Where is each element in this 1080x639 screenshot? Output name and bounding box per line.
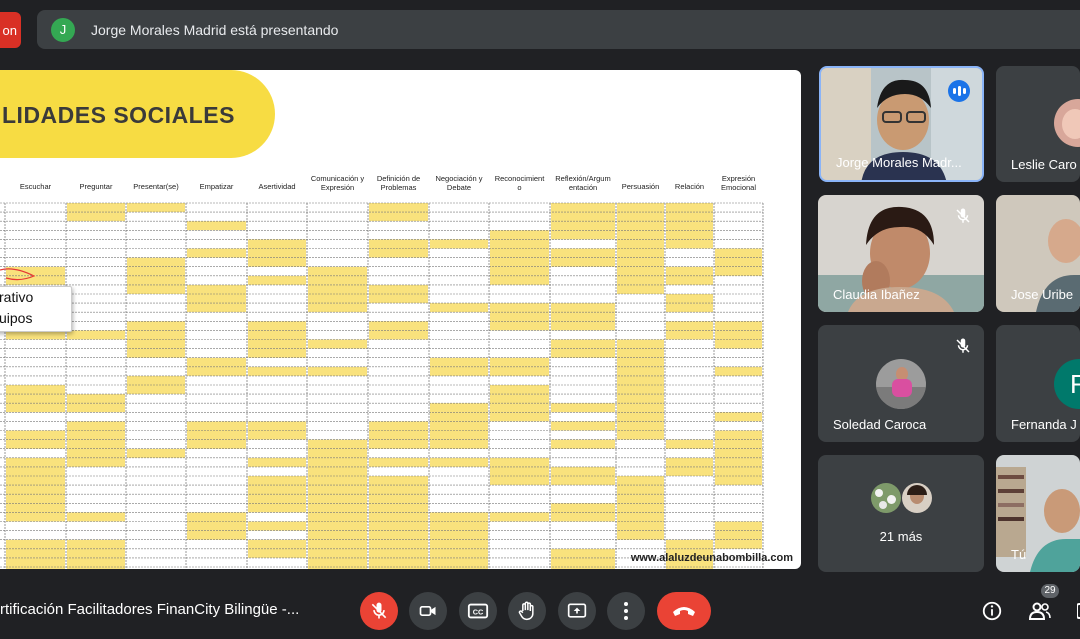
speaking-indicator-icon bbox=[948, 80, 970, 102]
more-options-button[interactable] bbox=[607, 592, 645, 630]
more-participants-label: 21 más bbox=[879, 529, 923, 544]
mic-off-icon bbox=[371, 602, 387, 619]
column-header: Asertividad bbox=[258, 182, 295, 191]
footer-url: www.alaluzdeunabombilla.com bbox=[630, 552, 793, 564]
participant-tile-self[interactable]: Tú bbox=[996, 455, 1080, 572]
people-icon bbox=[1028, 602, 1051, 620]
participant-tile-leslie[interactable]: Leslie Caro bbox=[996, 66, 1080, 182]
more-vert-icon bbox=[624, 602, 628, 620]
captions-icon: CC bbox=[467, 603, 489, 619]
present-screen-button[interactable] bbox=[558, 592, 596, 630]
participant-name: Soledad Caroca bbox=[833, 417, 927, 432]
presenter-avatar: J bbox=[51, 17, 75, 42]
participant-name: Leslie Caro bbox=[1011, 157, 1077, 172]
column-header: Comunicación y Expresión bbox=[311, 174, 365, 192]
participant-name: Jose Uribe bbox=[1011, 287, 1074, 302]
participant-name: Fernanda J bbox=[1011, 417, 1077, 432]
slide-title-banner: LIDADES SOCIALES bbox=[0, 70, 275, 158]
callout-line-2: uipos bbox=[0, 310, 33, 326]
top-bar: on J Jorge Morales Madrid está presentan… bbox=[0, 0, 1080, 60]
participant-tile-fernanda[interactable]: F Fernanda J bbox=[996, 325, 1080, 442]
column-header: Reconocimient o bbox=[495, 174, 546, 192]
column-header: Empatizar bbox=[200, 182, 234, 191]
info-icon bbox=[982, 601, 1002, 621]
meeting-details-button[interactable] bbox=[979, 598, 1005, 624]
column-header: Negociación y Debate bbox=[435, 174, 482, 192]
red-action-button[interactable]: on bbox=[0, 12, 21, 48]
presenting-text: Jorge Morales Madrid está presentando bbox=[91, 21, 339, 38]
mic-off-icon bbox=[956, 338, 970, 353]
hang-up-icon bbox=[673, 607, 695, 616]
avatar: F bbox=[1054, 359, 1080, 409]
column-header: Relación bbox=[675, 182, 704, 191]
captions-button[interactable]: CC bbox=[459, 592, 497, 630]
participant-tile-more[interactable]: 21 más bbox=[818, 455, 984, 572]
slide-title: LIDADES SOCIALES bbox=[2, 102, 235, 128]
callout-line-1: rativo bbox=[0, 289, 34, 305]
end-call-button[interactable] bbox=[657, 592, 711, 630]
presenting-banner: J Jorge Morales Madrid está presentando bbox=[37, 10, 1080, 49]
avatar bbox=[902, 483, 932, 513]
avatar bbox=[871, 483, 901, 513]
column-header: Definición de Problemas bbox=[377, 174, 420, 192]
callout-box: rativo uipos bbox=[0, 286, 72, 332]
hand-icon bbox=[518, 601, 534, 621]
participant-tile-claudia[interactable]: Claudia Ibañez bbox=[818, 195, 984, 312]
meeting-title: rtificación Facilitadores FinanCity Bili… bbox=[0, 601, 300, 618]
column-header: Reflexión/Argum entación bbox=[555, 174, 610, 192]
camera-toggle-button[interactable] bbox=[409, 592, 447, 630]
participant-name: Claudia Ibañez bbox=[833, 287, 920, 302]
avatar bbox=[876, 359, 926, 409]
column-header: Escuchar bbox=[20, 182, 52, 191]
mic-off-icon bbox=[956, 208, 970, 223]
people-button[interactable] bbox=[1027, 598, 1053, 624]
participant-name: Jorge Morales Madr... bbox=[836, 155, 962, 170]
column-header: Persuasión bbox=[622, 182, 660, 191]
avatar bbox=[1054, 99, 1080, 147]
participant-tile-jose[interactable]: Jose Uribe bbox=[996, 195, 1080, 312]
presentation-slide: Escuchar Preguntar Presentar(se) Empatizar A… bbox=[0, 70, 801, 569]
svg-text:CC: CC bbox=[473, 608, 484, 617]
participant-video bbox=[996, 455, 1080, 572]
participant-name: Tú bbox=[1011, 547, 1027, 562]
chat-button[interactable] bbox=[1072, 598, 1080, 624]
participant-tile-jorge[interactable]: Jorge Morales Madr... bbox=[819, 66, 984, 182]
mic-toggle-button[interactable] bbox=[360, 592, 398, 630]
column-header: Expresión Emocional bbox=[721, 174, 756, 192]
column-header: Presentar(se) bbox=[133, 182, 179, 191]
camera-icon bbox=[419, 606, 436, 616]
column-header: Preguntar bbox=[80, 182, 113, 191]
bottom-bar: rtificación Facilitadores FinanCity Bili… bbox=[0, 580, 1080, 639]
participant-tile-soledad[interactable]: Soledad Caroca bbox=[818, 325, 984, 442]
participant-count-badge: 29 bbox=[1041, 584, 1059, 598]
raise-hand-button[interactable] bbox=[508, 592, 546, 630]
present-icon bbox=[567, 603, 587, 618]
